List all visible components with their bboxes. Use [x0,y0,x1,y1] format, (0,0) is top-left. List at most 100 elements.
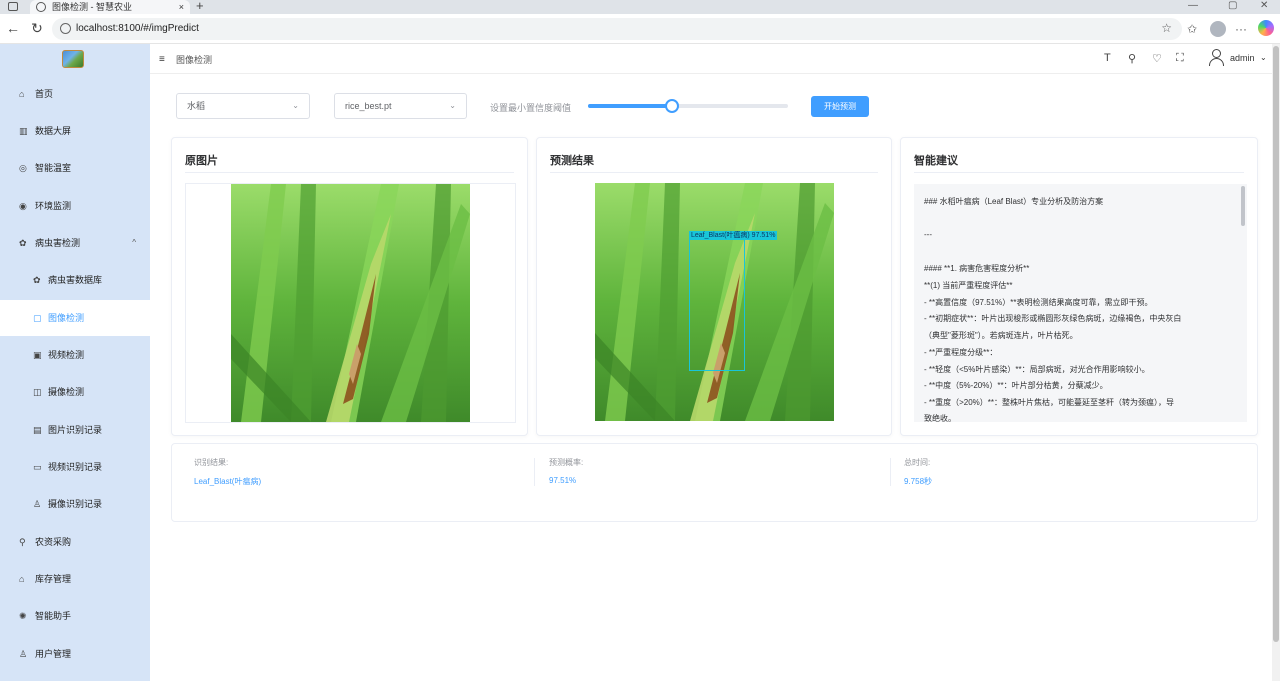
original-rice-leaf-image [231,184,470,422]
result-image-card: 预测结果 Leaf_Blast(叶瘟病) 97.51% [536,137,892,436]
image-icon: ▢ [33,313,42,323]
chart-icon: ▥ [19,126,28,136]
card-title: 智能建议 [914,155,958,167]
sidebar-item-label: 数据大屏 [35,126,72,136]
sidebar-item-label: 农资采购 [35,537,72,547]
refresh-icon[interactable]: ↻ [29,20,45,37]
greenhouse-icon: ◎ [19,163,27,173]
slider-fill [588,104,672,108]
monitor-icon: ◉ [19,201,27,211]
divider [550,172,878,173]
sidebar-item-pest-database[interactable]: ✿ 病虫害数据库 [0,262,150,298]
sidebar-item-assistant[interactable]: ✺ 智能助手 [0,598,150,634]
camera-icon: ◫ [33,387,42,397]
minimize-icon[interactable]: — [1188,0,1198,11]
advice-card: 智能建议 ### 水稻叶瘟病（Leaf Blast）专业分析及防治方案 --- … [900,137,1258,436]
maximize-icon[interactable]: ▢ [1228,0,1237,11]
font-size-icon[interactable]: T [1104,52,1111,64]
chevron-down-icon[interactable]: ⌄ [1260,53,1267,62]
user-avatar-icon[interactable] [1208,49,1224,67]
fullscreen-icon[interactable]: ⛶ [1176,52,1184,65]
advice-line: （典型"菱形斑"）。若病斑连片，叶片枯死。 [924,331,1078,340]
sidebar-item-home[interactable]: ⌂ 首页 [0,76,150,112]
favorites-icon[interactable]: ✩ [1187,22,1197,36]
username[interactable]: admin [1230,53,1255,63]
advice-line: - **高置信度（97.51%）**表明检测结果高度可靠，需立即干预。 [924,298,1153,307]
threshold-slider[interactable] [588,99,788,113]
divider [185,172,514,173]
hamburger-icon[interactable]: ≡ [159,54,165,65]
sidebar-item-dashboard[interactable]: ▥ 数据大屏 [0,113,150,149]
divider [914,172,1244,173]
tab-close-icon[interactable]: × [179,0,184,14]
sidebar-item-label: 摄像识别记录 [48,499,103,509]
advice-scrollbar[interactable] [1241,186,1245,226]
sidebar-item-inventory[interactable]: ⌂ 库存管理 [0,561,150,597]
sidebar-item-camera-detection[interactable]: ◫ 摄像检测 [0,374,150,410]
tab-sidebar-icon[interactable] [8,2,18,11]
new-tab-button[interactable]: + [196,0,204,13]
prob-label: 预测概率: [549,458,584,467]
model-select[interactable]: rice_best.pt ⌄ [334,93,467,119]
advice-line: - **严重程度分级**： [924,348,998,357]
advice-line: - **中度（5%-20%）**：叶片部分枯黄，分蘖减少。 [924,381,1108,390]
advice-line: #### **1. 病害危害程度分析** [924,264,1030,273]
advice-line: ### 水稻叶瘟病（Leaf Blast）专业分析及防治方案 [924,197,1104,206]
start-predict-button[interactable]: 开始预测 [811,96,869,117]
more-icon[interactable]: ··· [1235,22,1247,36]
chevron-down-icon: ⌄ [292,101,299,110]
sidebar-item-image-records[interactable]: ▤ 图片识别记录 [0,412,150,448]
warehouse-icon: ⌂ [19,574,25,584]
sidebar-item-video-records[interactable]: ▭ 视频识别记录 [0,449,150,485]
result-prob-column: 预测概率: 97.51% [534,444,890,522]
bookmark-star-icon[interactable]: ☆ [1161,21,1172,35]
url-field[interactable]: localhost:8100/#/imgPredict ☆ [52,18,1182,40]
sidebar-item-label: 库存管理 [35,574,72,584]
sidebar-item-video-detection[interactable]: ▣ 视频检测 [0,337,150,373]
sidebar-item-pest-detection[interactable]: ✿ 病虫害检测 ^ [0,225,150,261]
app-logo[interactable] [62,50,84,68]
theme-icon[interactable]: ♡ [1152,52,1162,65]
window-close-icon[interactable]: ✕ [1260,0,1268,11]
slider-thumb[interactable] [665,99,679,113]
sidebar-item-greenhouse[interactable]: ◎ 智能温室 [0,150,150,186]
assistant-icon: ✺ [19,611,27,621]
sidebar-item-image-detection[interactable]: ▢ 图像检测 [0,300,150,336]
sidebar-item-procurement[interactable]: ⚲ 农资采购 [0,524,150,560]
advice-line: - **轻度（<5%叶片感染）**：局部病斑，对光合作用影响较小。 [924,365,1150,374]
result-label: 识别结果: [194,458,229,467]
threshold-label: 设置最小置信度阈值 [490,103,572,113]
advice-line: 致绝收。 [924,414,956,422]
records-icon: ▭ [33,462,42,472]
sidebar-item-camera-records[interactable]: ♙ 摄像识别记录 [0,486,150,522]
top-header: ≡ 图像检测 T ⚲ ♡ ⛶ admin ⌄ [150,44,1280,74]
detection-label: Leaf_Blast(叶瘟病) 97.51% [689,231,778,240]
sidebar-item-environment[interactable]: ◉ 环境监测 [0,188,150,224]
browser-tab-bar: 图像检测 - 智慧农业 × + — ▢ ✕ [0,0,1280,14]
sidebar-item-label: 病虫害检测 [35,238,81,248]
result-class-value: Leaf_Blast(叶瘟病) [194,477,262,486]
sidebar-item-users[interactable]: ♙ 用户管理 [0,636,150,672]
model-select-value: rice_best.pt [345,101,392,111]
bug-icon: ✿ [33,275,41,285]
time-label: 总时间: [904,458,931,467]
copilot-icon[interactable] [1258,20,1274,36]
breadcrumb: 图像检测 [176,55,213,65]
prob-value: 97.51% [549,476,577,485]
page-scrollbar[interactable] [1272,44,1280,681]
sidebar-item-label: 智能助手 [35,611,72,621]
advice-text-area[interactable]: ### 水稻叶瘟病（Leaf Blast）专业分析及防治方案 --- #### … [914,184,1247,422]
profile-avatar[interactable] [1210,21,1226,37]
scrollbar-thumb[interactable] [1273,46,1279,642]
logo-area [0,44,150,74]
advice-line: - **初期症状**：叶片出现梭形或椭圆形灰绿色病斑，边缘褐色，中央灰白 [924,314,1182,323]
original-image-card: 原图片 [171,137,528,436]
browser-tab[interactable]: 图像检测 - 智慧农业 × [30,0,190,14]
back-icon[interactable]: ← [5,20,21,36]
search-icon[interactable]: ⚲ [1128,52,1136,65]
video-icon: ▣ [33,350,42,360]
crop-select[interactable]: 水稻 ⌄ [176,93,310,119]
result-summary-panel: 识别结果: Leaf_Blast(叶瘟病) 预测概率: 97.51% 总时间: … [171,443,1258,522]
site-info-icon[interactable] [60,23,71,34]
time-value: 9.758秒 [904,477,933,486]
